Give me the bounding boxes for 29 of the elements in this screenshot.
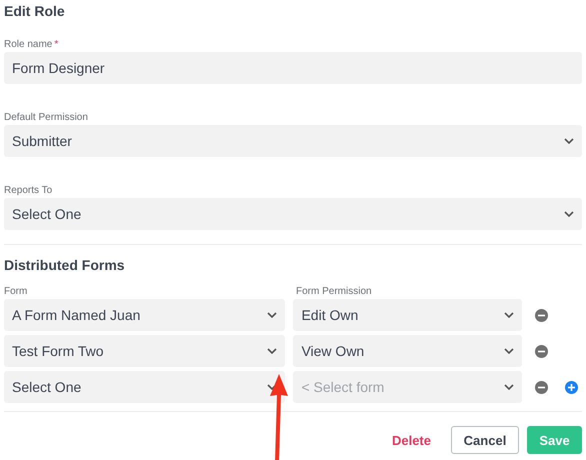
required-mark: *: [54, 39, 58, 50]
column-label: Form Permission: [296, 286, 372, 297]
remove-icon[interactable]: [534, 380, 548, 394]
chevron-icon: [267, 312, 278, 318]
chevron-icon: [564, 138, 574, 144]
section-title: Distributed Forms: [4, 256, 126, 274]
remove-icon[interactable]: [534, 308, 548, 322]
chevron-icon: [504, 348, 514, 354]
select-field[interactable]: Submitter: [4, 125, 582, 157]
chevron-icon: [267, 348, 278, 354]
select-field[interactable]: A Form Named Juan: [4, 299, 286, 331]
field-label: Default Permission: [4, 112, 88, 123]
cancel-button[interactable]: Cancel: [451, 426, 519, 454]
add-icon[interactable]: [564, 380, 578, 394]
chevron-icon: [564, 211, 574, 217]
chevron-icon: [504, 312, 514, 318]
remove-icon[interactable]: [534, 344, 548, 358]
field-label: Role name: [4, 39, 52, 50]
delete-button[interactable]: Delete: [380, 432, 443, 448]
field-label: Reports To: [4, 185, 52, 196]
page-title: Edit Role: [4, 2, 66, 20]
column-label: Form: [4, 286, 28, 297]
select-field[interactable]: View Own: [293, 335, 522, 367]
text-field[interactable]: Form Designer: [4, 52, 582, 84]
select-field[interactable]: Edit Own: [293, 299, 522, 331]
select-field[interactable]: Select One: [4, 371, 286, 403]
select-field[interactable]: Test Form Two: [4, 335, 286, 367]
chevron-icon: [504, 384, 514, 390]
select-field[interactable]: Select One: [4, 198, 582, 230]
